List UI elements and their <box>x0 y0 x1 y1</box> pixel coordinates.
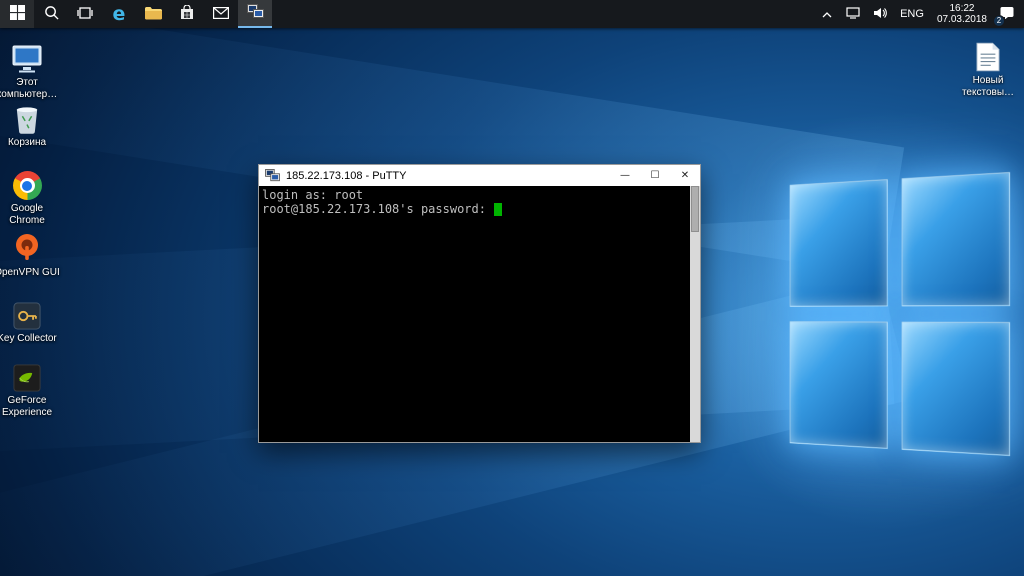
taskbar-item-edge[interactable]: e <box>102 0 136 28</box>
terminal-line: root@185.22.173.108's password: <box>262 202 493 216</box>
icon-label: Key Collector <box>0 333 62 345</box>
store-bag-icon <box>180 5 194 23</box>
terminal-line: login as: root <box>262 188 363 202</box>
icon-label: Корзина <box>0 137 62 149</box>
icon-label: GeForce Experience <box>0 395 62 419</box>
putty-window-icon <box>265 169 280 182</box>
putty-window: 185.22.173.108 - PuTTY — ☐ ✕ login as: r… <box>258 164 701 443</box>
desktop-icon-geforce-experience[interactable]: GeForce Experience <box>0 358 62 419</box>
geforce-experience-icon <box>0 358 62 392</box>
clock[interactable]: 16:22 07.03.2018 <box>935 1 989 27</box>
taskbar-item-mail[interactable] <box>204 0 238 28</box>
window-titlebar[interactable]: 185.22.173.108 - PuTTY — ☐ ✕ <box>259 165 700 186</box>
icon-label: Google Chrome <box>0 203 62 227</box>
tray-time: 16:22 <box>949 3 974 14</box>
notification-count-badge: 2 <box>993 15 1005 27</box>
desktop-icon-key-collector[interactable]: Key Collector <box>0 296 62 345</box>
terminal-text[interactable]: login as: rootroot@185.22.173.108's pass… <box>259 186 690 442</box>
logo-pane <box>902 322 1010 456</box>
icon-label: Новый текстовы… <box>953 75 1023 99</box>
desktop-icon-new-text-document[interactable]: Новый текстовы… <box>953 38 1023 99</box>
speaker-icon <box>873 7 887 22</box>
putty-terminals-icon <box>247 4 264 22</box>
desktop-icon-recycle-bin[interactable]: Корзина <box>0 100 62 149</box>
language-indicator[interactable]: ENG <box>898 6 926 22</box>
terminal-cursor <box>494 203 502 216</box>
taskbar-item-store[interactable] <box>170 0 204 28</box>
recycle-bin-icon <box>0 100 62 134</box>
edge-icon: e <box>113 5 126 24</box>
icon-label: OpenVPN GUI <box>0 267 62 279</box>
logo-pane <box>790 179 888 307</box>
task-view-icon <box>77 5 93 24</box>
tray-date: 07.03.2018 <box>937 14 987 25</box>
openvpn-icon <box>0 230 62 264</box>
show-hidden-icons-button[interactable] <box>819 5 835 24</box>
logo-pane <box>902 172 1010 306</box>
volume-tray-button[interactable] <box>871 5 889 24</box>
close-button[interactable]: ✕ <box>670 165 700 186</box>
text-document-icon <box>953 38 1023 72</box>
window-title: 185.22.173.108 - PuTTY <box>286 170 610 182</box>
icon-label: Этот компьютер… <box>0 77 62 101</box>
this-pc-icon <box>0 40 62 74</box>
terminal-scrollbar[interactable] <box>690 186 700 442</box>
windows-desktop: { "taskbar": { "items": [ { "name": "sta… <box>0 0 1024 576</box>
taskbar-item-putty-active[interactable] <box>238 0 272 28</box>
search-button[interactable] <box>34 0 68 28</box>
network-tray-button[interactable] <box>844 5 862 24</box>
system-tray: ENG 16:22 07.03.2018 2 <box>811 0 1024 28</box>
task-view-button[interactable] <box>68 0 102 28</box>
desktop-icon-openvpn[interactable]: OpenVPN GUI <box>0 230 62 279</box>
logo-pane <box>790 321 888 449</box>
minimize-button[interactable]: — <box>610 165 640 186</box>
chevron-up-icon <box>821 7 833 22</box>
chrome-icon <box>0 166 62 200</box>
network-ethernet-icon <box>846 7 860 22</box>
taskbar-item-file-explorer[interactable] <box>136 0 170 28</box>
action-center-button[interactable]: 2 <box>998 4 1016 24</box>
mail-envelope-icon <box>213 7 229 22</box>
windows-hero-logo <box>790 172 1010 456</box>
maximize-button[interactable]: ☐ <box>640 165 670 186</box>
scrollbar-thumb[interactable] <box>691 186 699 232</box>
folder-icon <box>145 6 162 23</box>
windows-logo-icon <box>10 5 25 23</box>
desktop-icon-google-chrome[interactable]: Google Chrome <box>0 166 62 227</box>
search-icon <box>44 5 59 23</box>
taskbar: e <box>0 0 1024 28</box>
key-collector-icon <box>0 296 62 330</box>
desktop-icon-this-pc[interactable]: Этот компьютер… <box>0 40 62 101</box>
terminal-area: login as: rootroot@185.22.173.108's pass… <box>259 186 700 442</box>
start-button[interactable] <box>0 0 34 28</box>
